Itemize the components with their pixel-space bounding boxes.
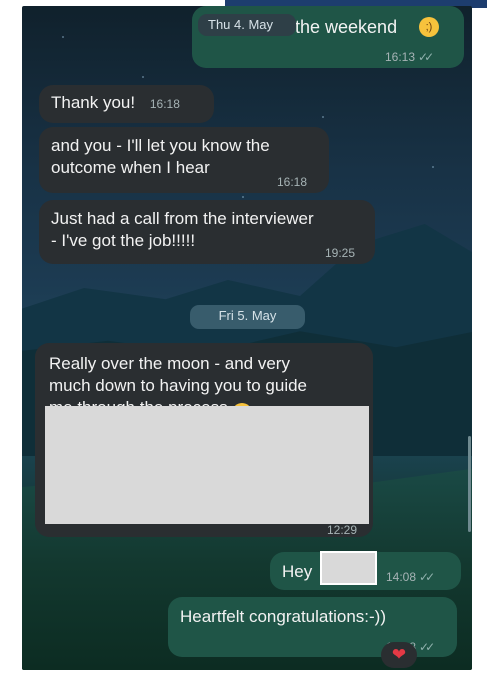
message-time: 14:08✓✓ (386, 570, 435, 584)
message-text: the weekend (295, 17, 398, 37)
read-receipt-icon: ✓✓ (418, 50, 434, 64)
message-time: 16:18 (149, 97, 180, 111)
scrollbar[interactable] (468, 436, 471, 532)
message-time: 16:13 ✓✓ (385, 50, 434, 64)
message-text: Really over the moon - and very (49, 354, 290, 373)
incoming-message[interactable]: Just had a call from the interviewer - I… (39, 200, 375, 264)
message-text: Just had a call from the interviewer (51, 209, 314, 228)
incoming-message[interactable]: and you - I'll let you know the outcome … (39, 127, 329, 193)
message-text: and you - I'll let you know the (51, 136, 270, 155)
message-time: 19:25 (325, 246, 356, 260)
heart-reaction-icon[interactable]: ❤ (381, 642, 417, 668)
wink-emoji: ;) (419, 17, 439, 37)
date-separator: Thu 4. May (198, 14, 296, 36)
incoming-message[interactable]: Thank you! 16:18 (39, 85, 214, 123)
read-receipt-icon: ✓✓ (419, 640, 435, 654)
date-separator: Fri 5. May (190, 305, 305, 329)
redacted-content (45, 406, 369, 524)
message-time: 16:18 (277, 175, 308, 189)
redacted-name (320, 551, 377, 585)
chat-screen: the weekend ;) 16:13 ✓✓ Thu 4. May Thank … (22, 6, 472, 670)
message-text: - I've got the job!!!!! (51, 231, 196, 250)
message-text: Heartfelt congratulations:-)) (180, 607, 386, 626)
message-text: Hey (282, 562, 313, 581)
message-text: Thank you! (51, 93, 136, 112)
message-text: much down to having you to guide (49, 376, 308, 395)
read-receipt-icon: ✓✓ (419, 570, 435, 584)
